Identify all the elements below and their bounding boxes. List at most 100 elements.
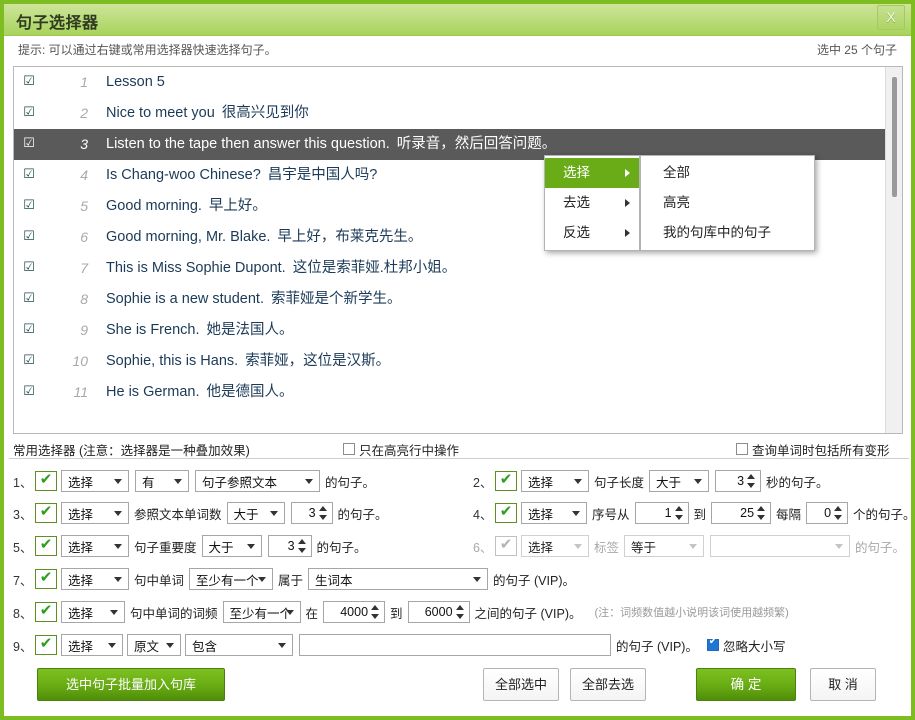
highlight-only-checkbox[interactable]	[343, 443, 355, 455]
rule-1-action-select[interactable]: 选择	[61, 470, 129, 492]
rule-4-to-stepper[interactable]: 25	[711, 502, 771, 524]
sentence-checkbox[interactable]: ☑	[22, 292, 36, 306]
footer-bar: 选中句子批量加入句库 全部选中 全部去选 确 定 取 消	[4, 658, 911, 716]
stepper-down-icon[interactable]	[675, 515, 683, 520]
context-menu-item-deselect[interactable]: 去选	[545, 188, 639, 218]
rule-8-enable-checkbox[interactable]	[35, 602, 57, 622]
sentence-row[interactable]: ☑1Lesson 5	[14, 67, 902, 98]
stepper-up-icon[interactable]	[456, 605, 464, 610]
rule-5-enable-checkbox[interactable]	[35, 536, 57, 556]
cancel-button[interactable]: 取 消	[810, 668, 876, 701]
rule-1-have-select[interactable]: 有	[135, 470, 189, 492]
sentence-row[interactable]: ☑7This is Miss Sophie Dupont.这位是索菲娅.杜邦小姐…	[14, 253, 902, 284]
rule-6-action-select[interactable]: 选择	[521, 535, 589, 557]
rule-5-value-stepper[interactable]: 3	[268, 535, 312, 557]
context-submenu-item-mylibrary[interactable]: 我的句库中的句子	[641, 218, 814, 248]
stepper-down-icon[interactable]	[298, 548, 306, 553]
rule-9-text-input[interactable]	[299, 634, 611, 656]
rule-8-operator-select[interactable]: 至少有一个	[223, 601, 301, 623]
context-menu[interactable]: 选择 去选 反选 全部 高亮 我的句库中的句子	[544, 155, 815, 251]
sentence-row[interactable]: ☑10Sophie, this is Hans.索菲娅，这位是汉斯。	[14, 346, 902, 377]
select-all-button[interactable]: 全部选中	[483, 668, 559, 701]
rule-8-suffix: 之间的句子 (VIP)。	[475, 603, 582, 622]
sentence-text-zh: 索菲娅是个新学生。	[271, 291, 402, 307]
rule-2-value-stepper[interactable]: 3	[715, 470, 761, 492]
rule-2-operator-select[interactable]: 大于	[649, 470, 709, 492]
rule-4-enable-checkbox[interactable]	[495, 503, 517, 523]
sentence-checkbox[interactable]: ☑	[22, 385, 36, 399]
rule-4-action-select[interactable]: 选择	[521, 502, 587, 524]
rule-1-target-select[interactable]: 句子参照文本	[195, 470, 320, 492]
stepper-up-icon[interactable]	[834, 506, 842, 511]
stepper-down-icon[interactable]	[456, 614, 464, 619]
sentence-text: Good morning, Mr. Blake.早上好，布莱克先生。	[106, 222, 422, 253]
context-submenu-item-highlight[interactable]: 高亮	[641, 188, 814, 218]
rule-1-enable-checkbox[interactable]	[35, 471, 57, 491]
sentence-checkbox[interactable]: ☑	[22, 106, 36, 120]
rule-4-every-stepper[interactable]: 0	[806, 502, 848, 524]
list-scrollbar-thumb[interactable]	[892, 77, 897, 197]
deselect-all-button[interactable]: 全部去选	[570, 668, 646, 701]
sentence-text-zh: 很高兴见到你	[222, 105, 309, 121]
sentence-checkbox[interactable]: ☑	[22, 168, 36, 182]
context-submenu-item-all[interactable]: 全部	[641, 158, 814, 188]
context-menu-item-invert[interactable]: 反选	[545, 218, 639, 248]
rule-2-enable-checkbox[interactable]	[495, 471, 517, 491]
rule-5-operator-select[interactable]: 大于	[202, 535, 262, 557]
rule-6-value-select[interactable]	[710, 535, 850, 557]
rule-5-action-select[interactable]: 选择	[61, 535, 129, 557]
stepper-up-icon[interactable]	[675, 506, 683, 511]
stepper-up-icon[interactable]	[371, 605, 379, 610]
sentence-checkbox[interactable]: ☑	[22, 230, 36, 244]
rule-4-from-stepper[interactable]: 1	[635, 502, 689, 524]
stepper-down-icon[interactable]	[757, 515, 765, 520]
ignore-case-checkbox[interactable]	[707, 639, 719, 651]
rule-9-action-select[interactable]: 选择	[61, 634, 123, 656]
stepper-down-icon[interactable]	[834, 515, 842, 520]
sentence-checkbox[interactable]: ☑	[22, 137, 36, 151]
context-menu-item-select[interactable]: 选择	[545, 158, 639, 188]
stepper-down-icon[interactable]	[371, 614, 379, 619]
rule-7-source-select[interactable]: 生词本	[308, 568, 488, 590]
stepper-up-icon[interactable]	[298, 539, 306, 544]
list-scrollbar[interactable]	[885, 67, 902, 433]
rule-6-enable-checkbox[interactable]	[495, 536, 517, 556]
rule-3-enable-checkbox[interactable]	[35, 503, 57, 523]
stepper-up-icon[interactable]	[747, 474, 755, 479]
rule-3-action-select[interactable]: 选择	[61, 502, 129, 524]
rule-6-operator-select[interactable]: 等于	[624, 535, 704, 557]
rule-9-scope-select[interactable]: 原文	[127, 634, 181, 656]
rule-8-from-stepper[interactable]: 4000	[323, 601, 385, 623]
rule-8-to-stepper[interactable]: 6000	[408, 601, 470, 623]
include-all-forms-checkbox[interactable]	[736, 443, 748, 455]
stepper-up-icon[interactable]	[319, 506, 327, 511]
rule-9-operator-select[interactable]: 包含	[185, 634, 293, 656]
rule-8-action-select[interactable]: 选择	[61, 601, 125, 623]
sentence-checkbox[interactable]: ☑	[22, 75, 36, 89]
sentence-checkbox[interactable]: ☑	[22, 354, 36, 368]
rule-3-value-stepper[interactable]: 3	[291, 502, 333, 524]
sentence-checkbox[interactable]: ☑	[22, 323, 36, 337]
context-menu-main: 选择 去选 反选	[544, 155, 640, 251]
sentence-text: Is Chang-woo Chinese?昌宇是中国人吗?	[106, 160, 377, 191]
sentence-checkbox[interactable]: ☑	[22, 199, 36, 213]
rule-3-operator-select[interactable]: 大于	[227, 502, 285, 524]
stepper-up-icon[interactable]	[757, 506, 765, 511]
rule-7-enable-checkbox[interactable]	[35, 569, 57, 589]
rule-7-operator-select[interactable]: 至少有一个	[189, 568, 273, 590]
rule-7-action-select[interactable]: 选择	[61, 568, 129, 590]
rule-9-enable-checkbox[interactable]	[35, 635, 57, 655]
rule-2-action-select[interactable]: 选择	[521, 470, 589, 492]
batch-add-to-library-button[interactable]: 选中句子批量加入句库	[37, 668, 225, 701]
sentence-checkbox[interactable]: ☑	[22, 261, 36, 275]
stepper-down-icon[interactable]	[319, 515, 327, 520]
context-menu-item-select-label: 选择	[563, 165, 590, 180]
sentence-row[interactable]: ☑11He is German.他是德国人。	[14, 377, 902, 408]
rule-row-4: 4、 选择 序号从 1 到 25 每隔 0 个的句子。	[473, 498, 915, 528]
ok-button[interactable]: 确 定	[696, 668, 796, 701]
sentence-row[interactable]: ☑9She is French.她是法国人。	[14, 315, 902, 346]
sentence-row[interactable]: ☑8Sophie is a new student.索菲娅是个新学生。	[14, 284, 902, 315]
close-icon[interactable]: X	[877, 5, 905, 30]
sentence-row[interactable]: ☑2Nice to meet you很高兴见到你	[14, 98, 902, 129]
stepper-down-icon[interactable]	[747, 483, 755, 488]
